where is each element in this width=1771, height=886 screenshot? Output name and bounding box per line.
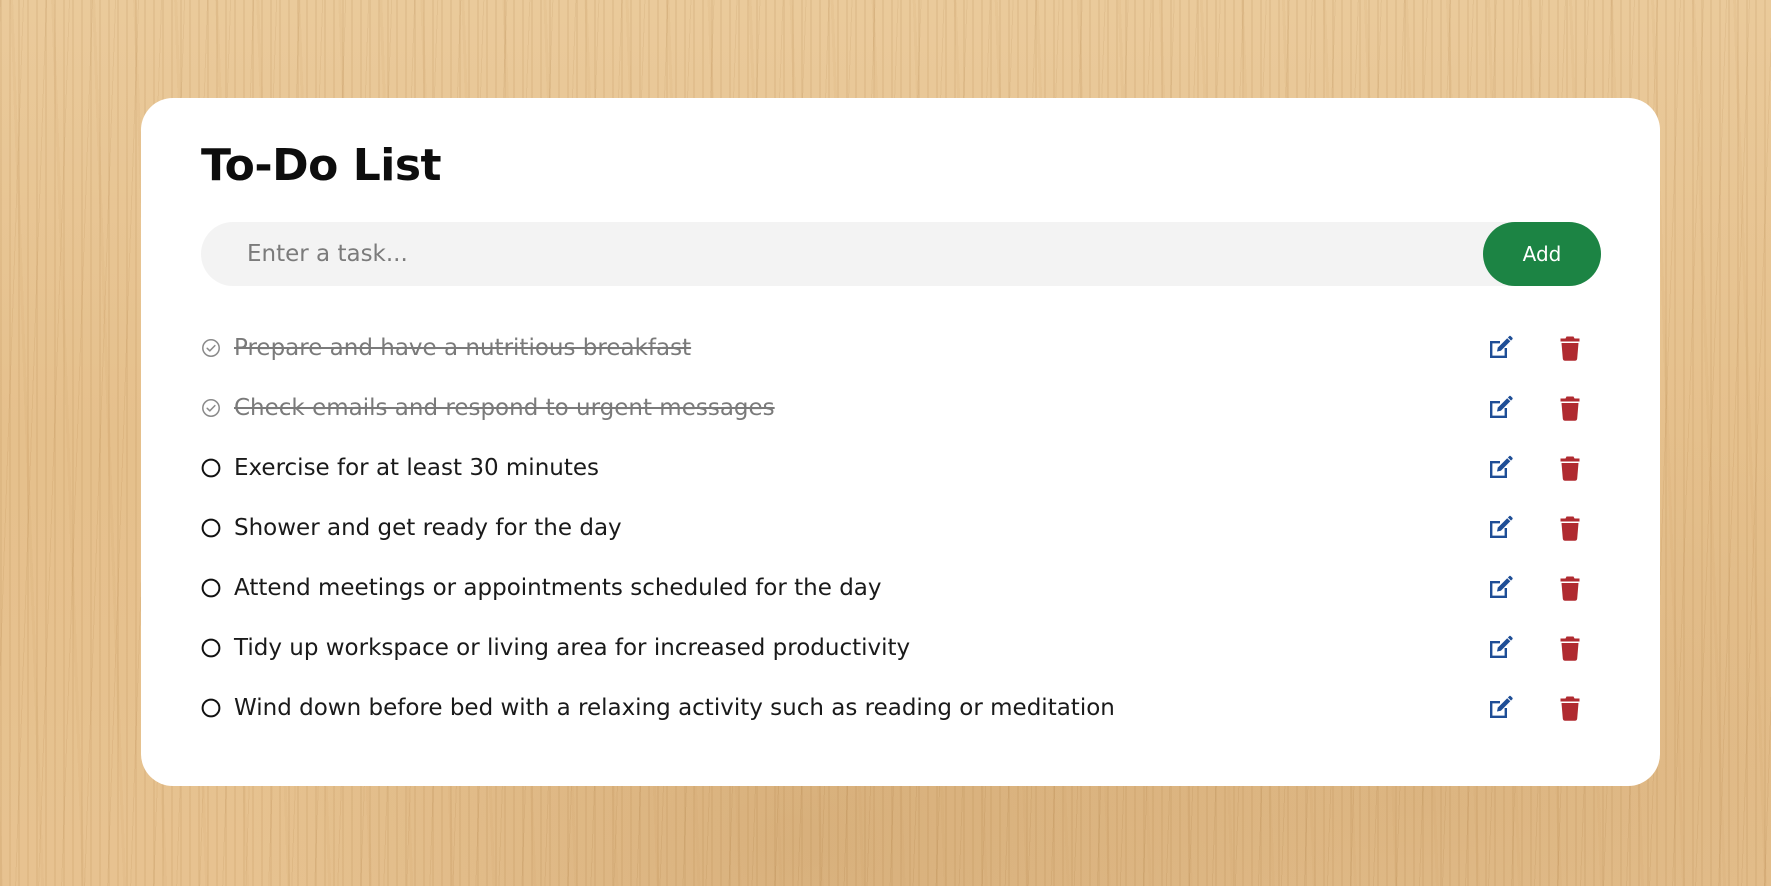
- task-text: Wind down before bed with a relaxing act…: [234, 695, 1115, 721]
- trash-icon[interactable]: [1555, 693, 1585, 723]
- edit-icon[interactable]: [1485, 573, 1515, 603]
- trash-icon[interactable]: [1555, 333, 1585, 363]
- trash-icon[interactable]: [1555, 573, 1585, 603]
- edit-icon[interactable]: [1485, 693, 1515, 723]
- task-actions: [1485, 378, 1601, 438]
- trash-icon[interactable]: [1555, 513, 1585, 543]
- task-text: Prepare and have a nutritious breakfast: [234, 335, 692, 361]
- task-actions: [1485, 678, 1601, 738]
- task-text: Check emails and respond to urgent messa…: [234, 395, 775, 421]
- edit-icon[interactable]: [1485, 333, 1515, 363]
- circle-icon[interactable]: [201, 458, 221, 478]
- trash-icon[interactable]: [1555, 453, 1585, 483]
- edit-icon[interactable]: [1485, 453, 1515, 483]
- task-item[interactable]: Prepare and have a nutritious breakfast: [201, 318, 1601, 378]
- task-item[interactable]: Check emails and respond to urgent messa…: [201, 378, 1601, 438]
- task-item[interactable]: Attend meetings or appointments schedule…: [201, 558, 1601, 618]
- trash-icon[interactable]: [1555, 393, 1585, 423]
- task-actions: [1485, 318, 1601, 378]
- add-button[interactable]: Add: [1483, 222, 1601, 286]
- edit-icon[interactable]: [1485, 513, 1515, 543]
- task-input[interactable]: [201, 222, 1351, 286]
- new-task-form: Add: [201, 222, 1601, 286]
- task-text: Attend meetings or appointments schedule…: [234, 575, 882, 601]
- task-text: Tidy up workspace or living area for inc…: [234, 635, 911, 661]
- task-list: Prepare and have a nutritious breakfast …: [201, 318, 1601, 738]
- task-actions: [1485, 558, 1601, 618]
- circle-icon[interactable]: [201, 698, 221, 718]
- check-circle-icon[interactable]: [201, 338, 221, 358]
- task-actions: [1485, 618, 1601, 678]
- task-actions: [1485, 498, 1601, 558]
- circle-icon[interactable]: [201, 518, 221, 538]
- task-text: Exercise for at least 30 minutes: [234, 455, 600, 481]
- page-title: To-Do List: [201, 140, 442, 191]
- edit-icon[interactable]: [1485, 633, 1515, 663]
- circle-icon[interactable]: [201, 638, 221, 658]
- edit-icon[interactable]: [1485, 393, 1515, 423]
- circle-icon[interactable]: [201, 578, 221, 598]
- task-text: Shower and get ready for the day: [234, 515, 622, 541]
- task-item[interactable]: Tidy up workspace or living area for inc…: [201, 618, 1601, 678]
- trash-icon[interactable]: [1555, 633, 1585, 663]
- task-item[interactable]: Shower and get ready for the day: [201, 498, 1601, 558]
- todo-card: To-Do List Add Prepare and have a nutrit…: [141, 98, 1660, 786]
- check-circle-icon[interactable]: [201, 398, 221, 418]
- task-actions: [1485, 438, 1601, 498]
- task-item[interactable]: Wind down before bed with a relaxing act…: [201, 678, 1601, 738]
- task-item[interactable]: Exercise for at least 30 minutes: [201, 438, 1601, 498]
